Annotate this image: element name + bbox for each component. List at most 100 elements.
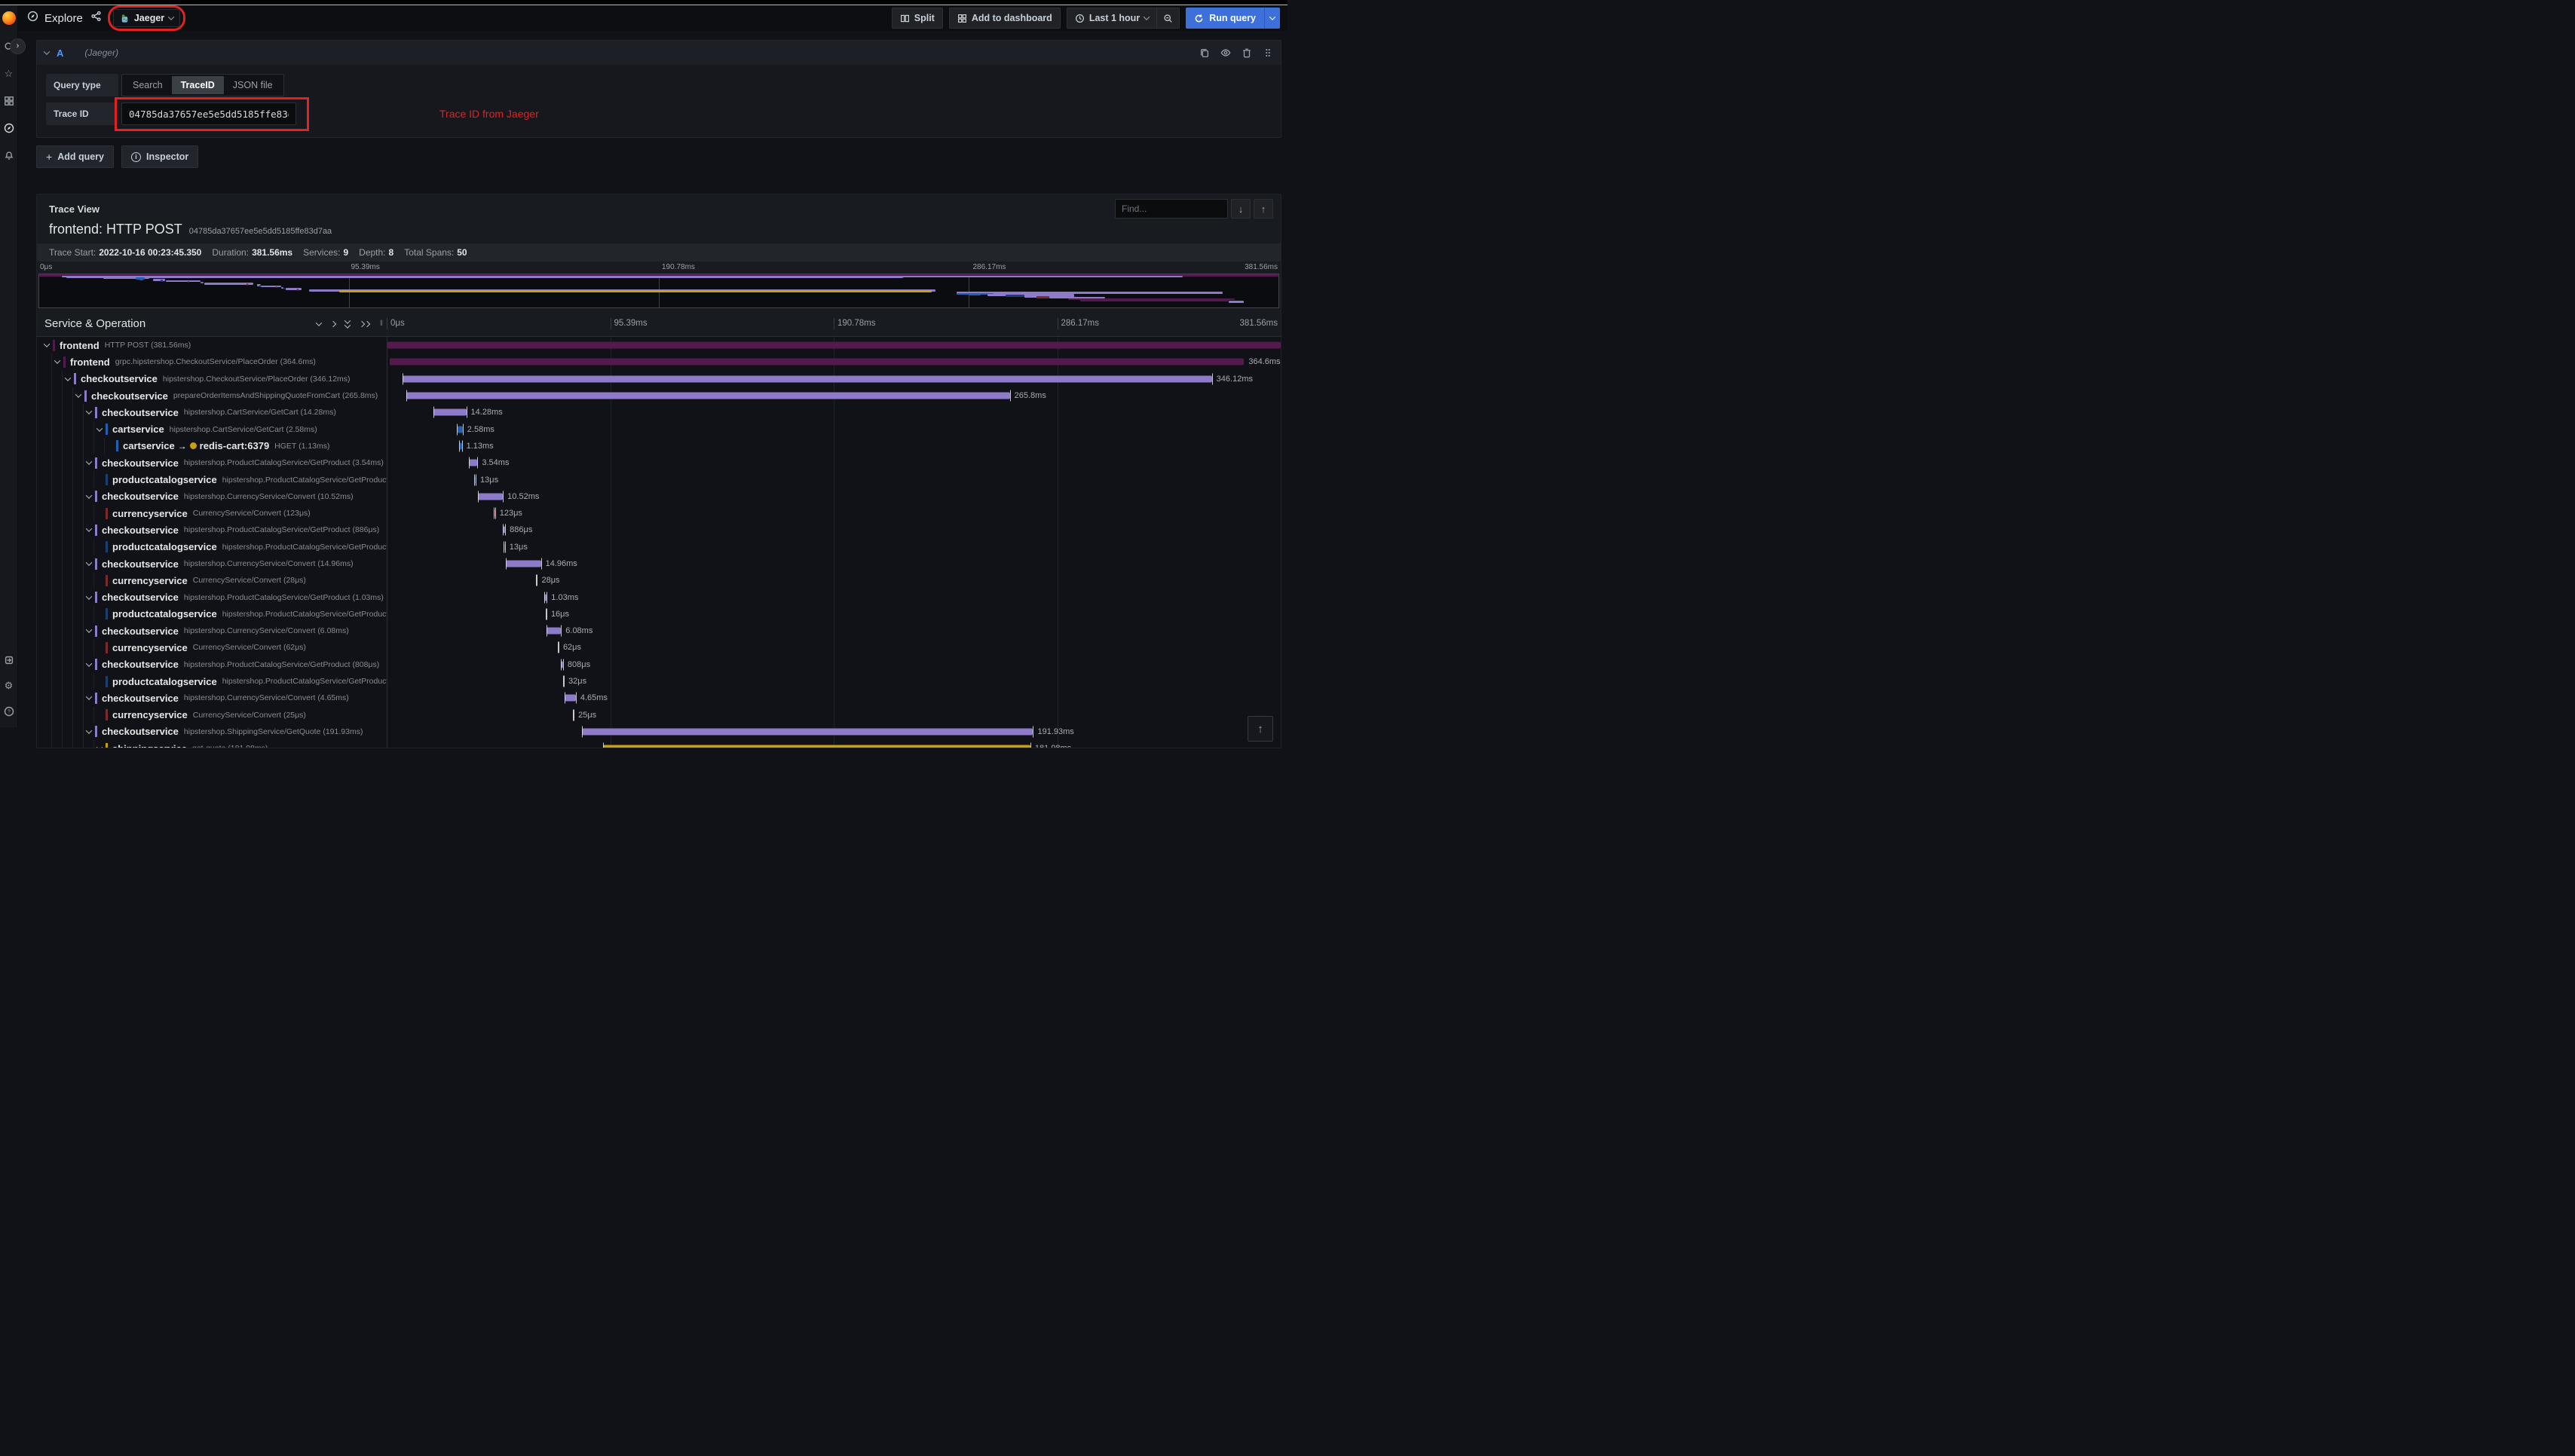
collapse-chevron-icon[interactable] — [43, 48, 51, 55]
span-collapse-chevron-icon[interactable] — [85, 458, 92, 466]
split-button[interactable]: Split — [891, 8, 943, 29]
drag-handle-icon[interactable] — [1263, 47, 1273, 58]
disable-query-eye-icon[interactable] — [1220, 47, 1231, 58]
run-query-button[interactable]: Run query — [1186, 8, 1280, 29]
span-collapse-chevron-icon[interactable] — [85, 727, 92, 734]
find-input[interactable] — [1115, 199, 1228, 219]
span-row[interactable]: checkoutservice hipstershop.CurrencyServi… — [37, 555, 1281, 573]
span-row[interactable]: checkoutservice hipstershop.ProductCatalo… — [37, 454, 1281, 472]
span-row[interactable]: cartservice hipstershop.CartService/GetCa… — [37, 421, 1281, 438]
minimap-canvas[interactable] — [38, 274, 1279, 308]
span-row[interactable]: frontend HTTP POST (381.56ms) — [37, 337, 1281, 353]
query-type-option-search[interactable]: Search — [124, 76, 172, 94]
span-row[interactable]: checkoutservice hipstershop.CurrencyServi… — [37, 690, 1281, 707]
span-collapse-chevron-icon[interactable] — [85, 626, 92, 634]
span-name-cell[interactable]: checkoutservice hipstershop.CurrencyServi… — [37, 555, 387, 573]
span-row[interactable]: productcatalogservice hipstershop.Product… — [37, 538, 1281, 555]
add-to-dashboard-button[interactable]: Add to dashboard — [948, 8, 1061, 29]
span-collapse-chevron-icon[interactable] — [54, 357, 60, 365]
span-duration-bar[interactable] — [389, 358, 1245, 366]
span-row[interactable]: checkoutservice hipstershop.CheckoutServi… — [37, 370, 1281, 387]
span-collapse-chevron-icon[interactable] — [85, 693, 92, 701]
span-name-cell[interactable]: checkoutservice hipstershop.ProductCatalo… — [37, 656, 387, 673]
span-collapse-chevron-icon[interactable] — [64, 375, 71, 381]
explore-compass-icon[interactable] — [4, 123, 14, 133]
span-name-cell[interactable]: checkoutservice hipstershop.CurrencyServi… — [37, 622, 387, 640]
span-row[interactable]: checkoutservice hipstershop.ProductCatalo… — [37, 522, 1281, 539]
span-duration-bar[interactable] — [433, 408, 467, 416]
span-collapse-chevron-icon[interactable] — [96, 744, 103, 748]
add-query-button[interactable]: + Add query — [36, 145, 114, 168]
sign-in-icon[interactable] — [4, 655, 14, 665]
span-row[interactable]: checkoutservice hipstershop.CurrencyServi… — [37, 488, 1281, 505]
span-name-cell[interactable]: shippingservice get-quote (181.98ms) — [37, 740, 387, 748]
span-row[interactable]: currencyservice CurrencyService/Convert (… — [37, 572, 1281, 589]
span-duration-bar[interactable] — [406, 392, 1010, 399]
trace-id-input[interactable] — [121, 102, 296, 125]
span-name-cell[interactable]: checkoutservice hipstershop.ProductCatalo… — [37, 522, 387, 539]
span-row[interactable]: checkoutservice hipstershop.ProductCatalo… — [37, 589, 1281, 606]
query-type-option-json-file[interactable]: JSON file — [224, 76, 282, 94]
expand-all-icon[interactable] — [358, 320, 371, 327]
grafana-logo-icon[interactable] — [2, 11, 16, 25]
delete-query-trash-icon[interactable] — [1242, 47, 1252, 58]
span-name-cell[interactable]: productcatalogservice hipstershop.Product… — [37, 538, 387, 555]
span-name-cell[interactable]: frontend grpc.hipstershop.CheckoutService… — [37, 353, 387, 371]
find-prev-button[interactable]: ↑ — [1254, 199, 1273, 219]
span-name-cell[interactable]: productcatalogservice hipstershop.Product… — [37, 672, 387, 690]
span-name-cell[interactable]: productcatalogservice hipstershop.Product… — [37, 471, 387, 488]
span-duration-bar[interactable] — [505, 560, 541, 567]
run-query-dropdown[interactable] — [1264, 8, 1280, 29]
span-name-cell[interactable]: currencyservice CurrencyService/Convert (… — [37, 706, 387, 723]
sidebar-expand-button[interactable]: › — [10, 38, 26, 54]
dashboards-icon[interactable] — [4, 96, 14, 106]
share-icon[interactable] — [90, 11, 102, 26]
span-collapse-chevron-icon[interactable] — [85, 660, 92, 667]
span-name-cell[interactable]: checkoutservice hipstershop.ProductCatalo… — [37, 454, 387, 472]
expand-one-icon[interactable] — [329, 320, 337, 327]
span-collapse-chevron-icon[interactable] — [43, 341, 50, 347]
span-duration-bar[interactable] — [469, 459, 478, 466]
alerting-bell-icon[interactable] — [4, 150, 14, 161]
span-row[interactable]: currencyservice CurrencyService/Convert (… — [37, 504, 1281, 522]
span-row[interactable]: productcatalogservice hipstershop.Product… — [37, 672, 1281, 690]
zoom-out-time-button[interactable] — [1156, 8, 1180, 29]
span-name-cell[interactable]: cartservice hipstershop.CartService/GetCa… — [37, 421, 387, 438]
span-row[interactable]: checkoutservice hipstershop.ShippingServi… — [37, 723, 1281, 741]
inspector-button[interactable]: i Inspector — [121, 145, 199, 168]
help-icon[interactable]: ? — [4, 706, 14, 717]
span-name-cell[interactable]: checkoutservice hipstershop.CheckoutServi… — [37, 370, 387, 387]
span-row[interactable]: shippingservice get-quote (181.98ms) 181.9… — [37, 740, 1281, 748]
column-resize-handle[interactable]: ‖ — [380, 320, 384, 328]
span-duration-bar[interactable] — [477, 493, 504, 500]
query-type-option-traceid[interactable]: TraceID — [171, 76, 224, 94]
span-duration-bar[interactable] — [565, 694, 576, 702]
starred-icon[interactable]: ☆ — [4, 68, 14, 79]
span-name-cell[interactable]: cartservice → redis-cart:6379 HGET (1.13ms) — [37, 437, 387, 455]
span-name-cell[interactable]: checkoutservice hipstershop.CurrencyServi… — [37, 488, 387, 505]
span-name-cell[interactable]: checkoutservice hipstershop.CartService/G… — [37, 404, 387, 421]
span-collapse-chevron-icon[interactable] — [85, 408, 92, 415]
span-duration-bar[interactable] — [456, 426, 463, 433]
span-name-cell[interactable]: currencyservice CurrencyService/Convert (… — [37, 639, 387, 656]
span-name-cell[interactable]: checkoutservice hipstershop.ShippingServi… — [37, 723, 387, 741]
span-duration-bar[interactable] — [387, 341, 1281, 349]
span-row[interactable]: productcatalogservice hipstershop.Product… — [37, 605, 1281, 623]
span-collapse-chevron-icon[interactable] — [85, 525, 92, 533]
settings-gear-icon[interactable]: ⚙ — [4, 680, 14, 691]
span-duration-bar[interactable] — [403, 375, 1212, 383]
query-row-header[interactable]: A (Jaeger) — [37, 41, 1281, 65]
span-duration-bar[interactable] — [547, 627, 562, 635]
span-name-cell[interactable]: frontend HTTP POST (381.56ms) — [37, 337, 387, 353]
time-range-picker[interactable]: Last 1 hour — [1066, 8, 1157, 29]
span-collapse-chevron-icon[interactable] — [85, 492, 92, 499]
span-collapse-chevron-icon[interactable] — [85, 592, 92, 600]
span-name-cell[interactable]: checkoutservice hipstershop.CurrencyServi… — [37, 690, 387, 707]
span-name-cell[interactable]: checkoutservice hipstershop.ProductCatalo… — [37, 589, 387, 606]
collapse-all-icon[interactable] — [344, 317, 351, 329]
find-next-button[interactable]: ↓ — [1231, 199, 1251, 219]
span-name-cell[interactable]: checkoutservice prepareOrderItemsAndShipp… — [37, 387, 387, 405]
span-duration-bar[interactable] — [581, 728, 1033, 736]
span-collapse-chevron-icon[interactable] — [75, 391, 81, 398]
span-row[interactable]: checkoutservice hipstershop.ProductCatalo… — [37, 656, 1281, 673]
